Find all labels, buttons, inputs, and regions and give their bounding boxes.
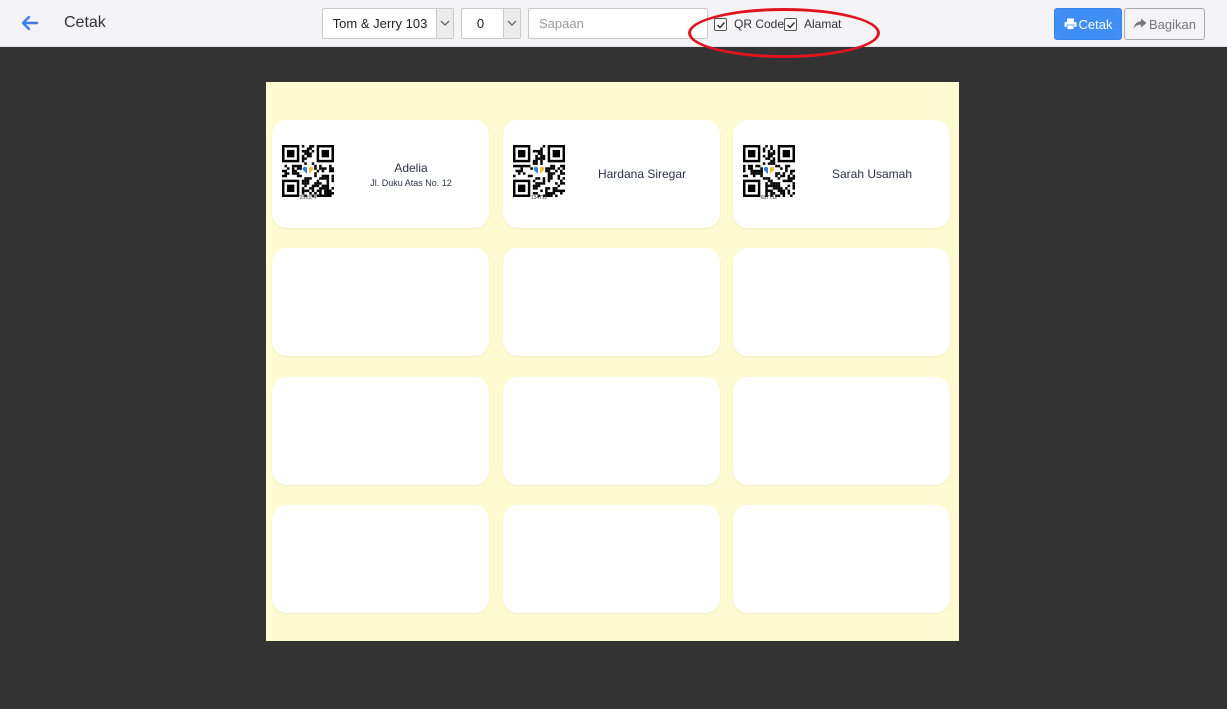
empty-card bbox=[503, 377, 720, 485]
event-select-value: Tom & Jerry 103 bbox=[332, 16, 428, 31]
qr-code-icon bbox=[282, 145, 335, 198]
toolbar: Cetak Tom & Jerry 103 0 QR Code Alamat C… bbox=[0, 0, 1227, 58]
number-select-value: 0 bbox=[476, 16, 485, 31]
empty-card bbox=[272, 377, 489, 485]
empty-card bbox=[503, 505, 720, 613]
qr-code-icon bbox=[743, 145, 796, 198]
sapaan-input[interactable] bbox=[528, 8, 708, 39]
guest-name: Adelia bbox=[394, 161, 428, 175]
qr-code-checkbox[interactable]: QR Code bbox=[714, 16, 784, 32]
event-select[interactable]: Tom & Jerry 103 bbox=[322, 8, 454, 39]
share-button-label: Bagikan bbox=[1149, 16, 1196, 32]
alamat-checkbox[interactable]: Alamat bbox=[784, 16, 841, 32]
checkbox-checked-icon[interactable] bbox=[714, 17, 727, 31]
chevron-down-icon bbox=[503, 9, 520, 38]
qr-code-number: 687712 bbox=[760, 195, 778, 201]
qr-code-icon bbox=[513, 145, 566, 198]
back-arrow-icon[interactable] bbox=[18, 11, 42, 35]
checkbox-checked-icon[interactable] bbox=[784, 17, 797, 31]
chevron-down-icon bbox=[436, 9, 453, 38]
alamat-label: Alamat bbox=[804, 17, 842, 31]
print-button[interactable]: Cetak bbox=[1054, 8, 1122, 40]
qr-code-number: 134711 bbox=[530, 195, 548, 201]
guest-name: Hardana Siregar bbox=[597, 167, 687, 181]
printer-icon bbox=[1064, 18, 1077, 30]
empty-card bbox=[733, 505, 950, 613]
guest-address: Jl. Duku Atas No. 12 bbox=[370, 178, 452, 188]
qr-code-number: 259374 bbox=[299, 195, 317, 201]
invitation-card: 134711 Hardana Siregar bbox=[503, 120, 720, 228]
empty-card bbox=[503, 248, 720, 356]
invitation-card: 687712 Sarah Usamah bbox=[733, 120, 950, 228]
page-title: Cetak bbox=[64, 14, 106, 31]
share-button[interactable]: Bagikan bbox=[1124, 8, 1205, 40]
share-icon bbox=[1133, 18, 1147, 29]
empty-card bbox=[733, 248, 950, 356]
qr-code-label: QR Code bbox=[734, 17, 785, 31]
print-button-label: Cetak bbox=[1078, 16, 1113, 32]
empty-card bbox=[272, 248, 489, 356]
invitation-card: 259374 Adelia Jl. Duku Atas No. 12 bbox=[272, 120, 489, 228]
number-select[interactable]: 0 bbox=[461, 8, 521, 39]
empty-card bbox=[733, 377, 950, 485]
print-preview-paper: 259374 Adelia Jl. Duku Atas No. 12 13471… bbox=[266, 82, 959, 641]
guest-name: Sarah Usamah bbox=[831, 167, 913, 181]
empty-card bbox=[272, 505, 489, 613]
